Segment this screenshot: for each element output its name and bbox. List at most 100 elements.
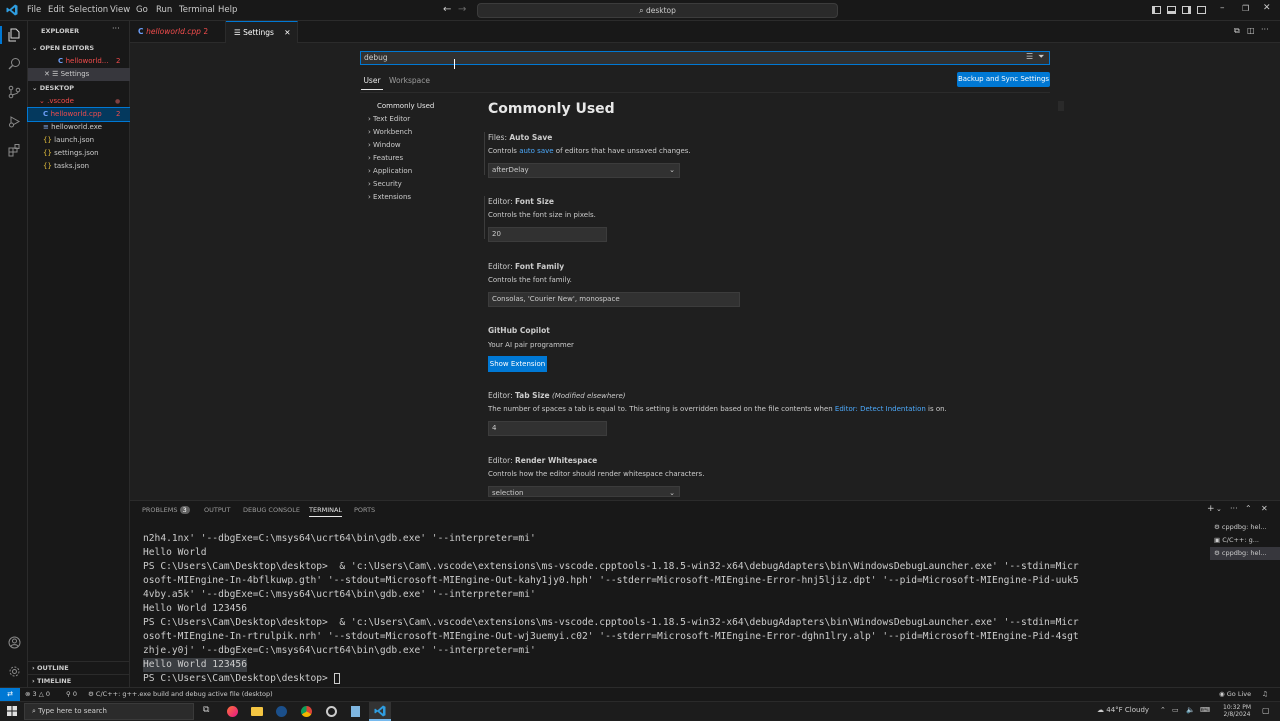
menu-help[interactable]: Help: [213, 0, 242, 21]
source-control-icon[interactable]: [5, 83, 23, 101]
close-tab-icon[interactable]: ✕: [284, 28, 290, 37]
restore-icon[interactable]: ❐: [1242, 4, 1249, 13]
toc-item-extensions[interactable]: › Extensions: [368, 193, 411, 201]
task-view-icon[interactable]: ⧉: [203, 705, 209, 715]
toc-item-commonly-used[interactable]: Commonly Used: [377, 102, 434, 110]
new-terminal-icon[interactable]: +: [1207, 504, 1215, 514]
customize-layout-icon[interactable]: [1197, 6, 1206, 14]
go-live-button[interactable]: ◉ Go Live: [1219, 688, 1251, 701]
show-hidden-icons-icon[interactable]: ⌃: [1160, 706, 1166, 714]
taskbar-search-box[interactable]: ⌕ Type here to search: [24, 703, 194, 720]
open-settings-json-icon[interactable]: ⧉: [1234, 26, 1240, 36]
toc-item-window[interactable]: › Window: [368, 141, 401, 149]
vscode-taskbar-button[interactable]: [369, 702, 391, 721]
close-panel-icon[interactable]: ✕: [1261, 504, 1268, 513]
scrollbar-thumb[interactable]: [1058, 101, 1064, 111]
windows-start-icon[interactable]: [7, 706, 17, 716]
folder-header[interactable]: ⌄ DESKTOP: [28, 82, 130, 95]
split-editor-icon[interactable]: ◫: [1247, 26, 1255, 35]
menu-go[interactable]: Go: [131, 0, 153, 21]
file-item[interactable]: {} settings.json: [28, 147, 130, 160]
close-icon[interactable]: ✕: [44, 70, 52, 78]
toc-item-security[interactable]: › Security: [368, 180, 402, 188]
tab-output[interactable]: OUTPUT: [204, 506, 231, 514]
render-whitespace-select[interactable]: selection ⌄: [488, 486, 680, 497]
forward-arrow-icon[interactable]: →: [458, 4, 466, 15]
notification-center-icon[interactable]: ▢: [1262, 706, 1270, 715]
toc-item-application[interactable]: › Application: [368, 167, 412, 175]
toc-item-workbench[interactable]: › Workbench: [368, 128, 412, 136]
file-item-active[interactable]: C helloworld.cpp 2: [27, 107, 131, 122]
tab-ports[interactable]: PORTS: [354, 506, 375, 514]
obs-icon[interactable]: [326, 706, 337, 717]
problems-status[interactable]: ⊗ 3 △ 0: [25, 688, 50, 701]
vscode-logo-icon: [6, 4, 18, 16]
terminal-instance[interactable]: ▣ C/C++: g...: [1210, 534, 1280, 547]
open-editor-item[interactable]: ✕ ☰ Settings: [28, 68, 130, 81]
toggle-sidebar-icon[interactable]: [1152, 6, 1161, 14]
tab-size-input[interactable]: 4: [488, 421, 607, 436]
tab-helloworld-cpp[interactable]: C helloworld.cpp 2: [130, 21, 226, 43]
font-size-input[interactable]: 20: [488, 227, 607, 242]
chrome-icon[interactable]: [301, 706, 312, 717]
toc-item-features[interactable]: › Features: [368, 154, 403, 162]
back-arrow-icon[interactable]: ←: [443, 4, 451, 15]
backup-sync-button[interactable]: Backup and Sync Settings: [957, 72, 1050, 87]
steam-icon[interactable]: [276, 706, 287, 717]
terminal-instance[interactable]: ⚙ cppdbg: hel...: [1210, 521, 1280, 534]
filter-icon[interactable]: ⏷: [1038, 52, 1044, 62]
auto-save-link[interactable]: auto save: [519, 147, 553, 155]
toggle-secondary-sidebar-icon[interactable]: [1182, 6, 1191, 14]
font-family-input[interactable]: Consolas, 'Courier New', monospace: [488, 292, 740, 307]
outline-section[interactable]: › OUTLINE: [28, 661, 130, 674]
folder-item[interactable]: ⌄ .vscode ●: [28, 95, 130, 108]
open-editor-item[interactable]: C helloworld... 2: [28, 55, 130, 68]
firefox-icon[interactable]: [227, 706, 238, 717]
task-status[interactable]: ⚙ C/C++: g++.exe build and debug active …: [88, 688, 273, 701]
input-method-icon[interactable]: ⌨: [1200, 706, 1210, 714]
clear-filter-icon[interactable]: ☰: [1026, 52, 1033, 61]
weather-widget[interactable]: ☁ 44°F Cloudy: [1097, 706, 1149, 714]
more-actions-icon[interactable]: ···: [1261, 25, 1269, 34]
remote-indicator-icon[interactable]: ⇄: [0, 688, 20, 701]
toc-item-text-editor[interactable]: › Text Editor: [368, 115, 410, 123]
notifications-bell-icon[interactable]: ♫: [1262, 688, 1268, 701]
terminal-instance-active[interactable]: ⚙ cppdbg: hel...: [1210, 547, 1280, 560]
file-item[interactable]: {} tasks.json: [28, 160, 130, 173]
tab-workspace-settings[interactable]: Workspace: [389, 75, 430, 90]
extensions-icon[interactable]: [5, 141, 23, 159]
close-window-icon[interactable]: ✕: [1263, 3, 1271, 13]
focus-indicator: [484, 132, 485, 175]
open-editors-header[interactable]: ⌄ OPEN EDITORS: [28, 42, 130, 55]
clock[interactable]: 10:32 PM 2/8/2024: [1222, 704, 1252, 718]
chevron-down-icon[interactable]: ⌄: [1216, 505, 1222, 513]
explorer-icon[interactable]: [5, 26, 23, 44]
minimize-icon[interactable]: –: [1220, 3, 1225, 13]
timeline-section[interactable]: › TIMELINE: [28, 674, 130, 687]
tab-problems[interactable]: PROBLEMS 3: [142, 506, 190, 514]
search-icon[interactable]: [5, 54, 23, 72]
settings-search-input[interactable]: debug ☰ ⏷: [360, 51, 1050, 65]
auto-save-select[interactable]: afterDelay ⌄: [488, 163, 680, 178]
ports-status[interactable]: ⚲ 0: [66, 688, 77, 701]
account-icon[interactable]: [5, 633, 23, 651]
file-explorer-icon[interactable]: [251, 707, 263, 716]
run-debug-icon[interactable]: [5, 112, 23, 130]
more-actions-icon[interactable]: ···: [112, 24, 120, 33]
command-center-search[interactable]: ⌕ desktop: [477, 3, 838, 18]
maximize-panel-icon[interactable]: ⌃: [1245, 504, 1252, 513]
file-item[interactable]: ≡ helloworld.exe: [28, 121, 130, 134]
network-icon[interactable]: ▭: [1172, 706, 1179, 714]
file-item[interactable]: {} launch.json: [28, 134, 130, 147]
tab-user-settings[interactable]: User: [361, 75, 383, 90]
more-actions-icon[interactable]: ···: [1230, 504, 1238, 513]
detect-indentation-link[interactable]: Editor: Detect Indentation: [835, 405, 926, 413]
notepad-icon[interactable]: [351, 706, 360, 717]
manage-gear-icon[interactable]: [5, 662, 23, 680]
tab-debug-console[interactable]: DEBUG CONSOLE: [243, 506, 300, 514]
volume-icon[interactable]: 🔈: [1186, 706, 1195, 714]
tab-terminal[interactable]: TERMINAL: [309, 506, 343, 517]
tab-settings[interactable]: ☰ Settings ✕: [226, 21, 298, 43]
show-extension-button[interactable]: Show Extension: [488, 356, 547, 372]
toggle-panel-icon[interactable]: [1167, 6, 1176, 14]
